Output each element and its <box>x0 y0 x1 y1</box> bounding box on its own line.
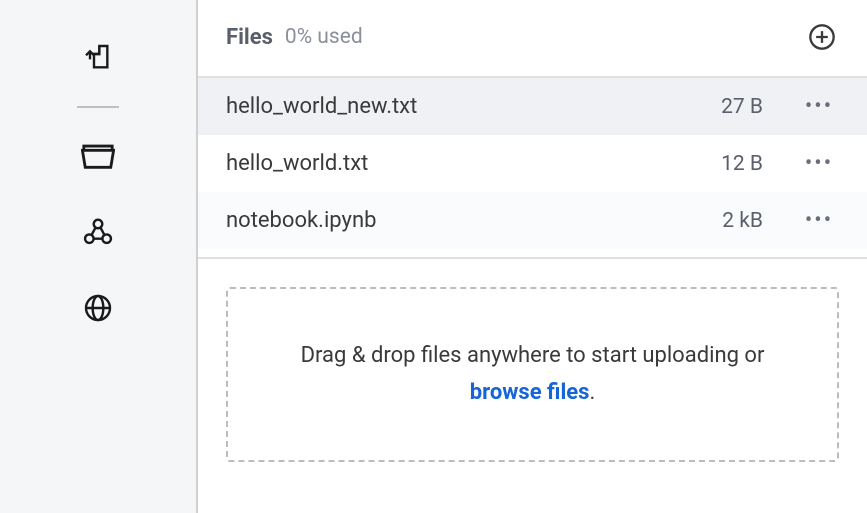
file-row[interactable]: hello_world.txt12 B ••• <box>198 135 867 192</box>
file-name: hello_world_new.txt <box>226 94 713 119</box>
add-file-button[interactable] <box>805 20 839 54</box>
file-size: 12 B <box>713 152 763 176</box>
dropzone-text-suffix: . <box>589 380 595 405</box>
file-size: 2 kB <box>713 209 763 233</box>
divider <box>198 257 867 259</box>
dropzone-text-prefix: Drag & drop files anywhere to start uplo… <box>301 343 765 368</box>
sidebar <box>0 0 198 513</box>
file-row[interactable]: hello_world_new.txt27 B ••• <box>198 78 867 135</box>
browse-files-link[interactable]: browse files <box>470 380 590 405</box>
share-icon[interactable] <box>80 214 116 250</box>
more-actions-icon[interactable]: ••• <box>799 94 839 119</box>
sidebar-divider <box>77 106 119 108</box>
file-size: 27 B <box>713 95 763 119</box>
files-usage: 0% used <box>285 25 363 49</box>
files-icon[interactable] <box>80 138 116 174</box>
file-row[interactable]: notebook.ipynb2 kB ••• <box>198 192 867 249</box>
more-actions-icon[interactable]: ••• <box>799 208 839 233</box>
files-title: Files <box>226 25 273 50</box>
file-name: notebook.ipynb <box>226 208 713 233</box>
main-panel: Files 0% used hello_world_new.txt27 B •••… <box>198 0 867 513</box>
upload-file-icon[interactable] <box>80 40 116 76</box>
dropzone[interactable]: Drag & drop files anywhere to start uplo… <box>226 287 839 462</box>
files-header: Files 0% used <box>198 0 867 78</box>
more-actions-icon[interactable]: ••• <box>799 151 839 176</box>
globe-icon[interactable] <box>80 290 116 326</box>
file-list: hello_world_new.txt27 B•••hello_world.tx… <box>198 78 867 249</box>
file-name: hello_world.txt <box>226 151 713 176</box>
